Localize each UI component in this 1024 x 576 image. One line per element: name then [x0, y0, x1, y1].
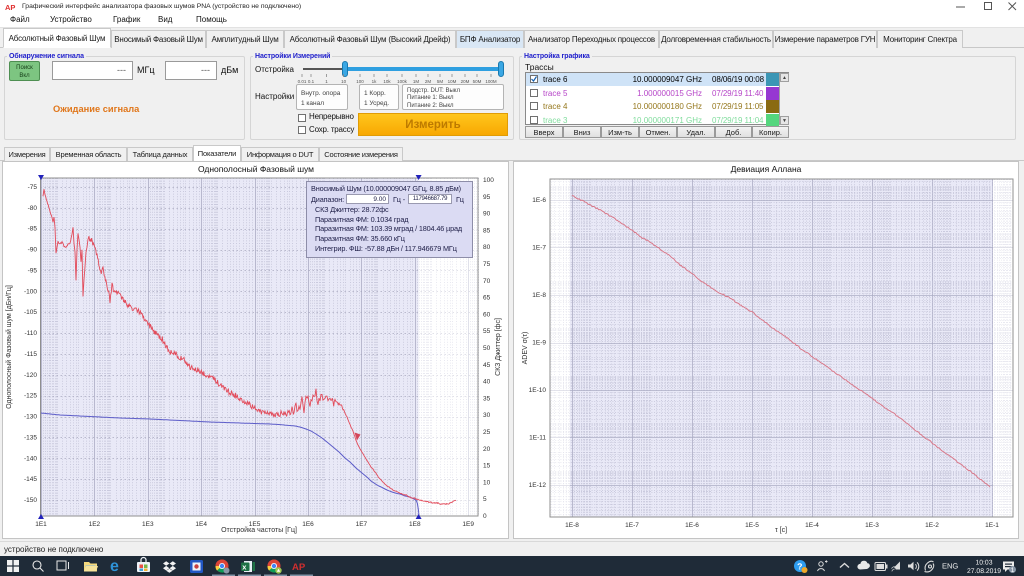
svg-text:90: 90 — [483, 211, 491, 218]
svg-text:1E-7: 1E-7 — [532, 245, 546, 252]
svg-text:1E8: 1E8 — [409, 521, 421, 528]
svg-text:-110: -110 — [24, 330, 37, 337]
svg-text:5: 5 — [483, 496, 487, 503]
svg-text:-75: -75 — [28, 184, 38, 191]
svg-text:1E-8: 1E-8 — [532, 292, 546, 299]
svg-text:Однополосный Фазовый шум [дБн/: Однополосный Фазовый шум [дБн/Гц] — [5, 285, 13, 409]
svg-text:55: 55 — [483, 328, 491, 335]
svg-text:10: 10 — [483, 479, 491, 486]
svg-text:-100: -100 — [24, 288, 37, 295]
svg-text:25: 25 — [483, 429, 491, 436]
svg-text:95: 95 — [483, 194, 491, 201]
svg-text:15: 15 — [483, 463, 491, 470]
svg-text:e: e — [110, 558, 119, 575]
svg-text:-140: -140 — [24, 455, 37, 462]
svg-text:1E-4: 1E-4 — [805, 522, 819, 529]
svg-text:1E3: 1E3 — [142, 521, 154, 528]
svg-text:1E1: 1E1 — [35, 521, 47, 528]
svg-text:-95: -95 — [28, 268, 38, 275]
svg-text:1: 1 — [1011, 567, 1015, 574]
svg-text:-115: -115 — [24, 351, 37, 358]
svg-text:1E-5: 1E-5 — [745, 522, 759, 529]
svg-text:45: 45 — [483, 362, 491, 369]
svg-text:1E9: 1E9 — [462, 521, 474, 528]
svg-text:-145: -145 — [24, 476, 37, 483]
svg-text:AP: AP — [292, 562, 306, 573]
svg-text:-130: -130 — [24, 414, 37, 421]
svg-text:Отстройка частоты [Гц]: Отстройка частоты [Гц] — [221, 526, 297, 534]
svg-text:-135: -135 — [24, 434, 37, 441]
svg-text:ENG: ENG — [942, 562, 958, 571]
svg-text:-150: -150 — [24, 497, 37, 504]
svg-text:80: 80 — [483, 244, 491, 251]
svg-text:1E-8: 1E-8 — [565, 522, 579, 529]
svg-text:1E-7: 1E-7 — [625, 522, 639, 529]
svg-text:1E-11: 1E-11 — [529, 435, 546, 442]
svg-text:85: 85 — [483, 227, 491, 234]
svg-text:20: 20 — [483, 446, 491, 453]
svg-text:-85: -85 — [28, 226, 38, 233]
svg-text:10:03: 10:03 — [975, 560, 992, 567]
svg-text:1E-6: 1E-6 — [685, 522, 699, 529]
svg-text:1E-9: 1E-9 — [532, 340, 546, 347]
svg-text:50: 50 — [483, 345, 491, 352]
svg-text:-90: -90 — [28, 247, 38, 254]
svg-text:-125: -125 — [24, 393, 37, 400]
svg-text:1E7: 1E7 — [356, 521, 368, 528]
svg-text:60: 60 — [483, 311, 491, 318]
svg-text:-105: -105 — [24, 309, 37, 316]
svg-text:30: 30 — [483, 412, 491, 419]
svg-text:1E4: 1E4 — [195, 521, 207, 528]
svg-text:40: 40 — [483, 379, 491, 386]
svg-text:65: 65 — [483, 295, 491, 302]
svg-text:1E-10: 1E-10 — [529, 387, 547, 394]
svg-text:27.08.2019: 27.08.2019 — [967, 568, 1001, 575]
svg-text:-80: -80 — [28, 205, 38, 212]
svg-text:35: 35 — [483, 395, 491, 402]
svg-text:75: 75 — [483, 261, 491, 268]
svg-text:1E-12: 1E-12 — [529, 482, 547, 489]
svg-text:70: 70 — [483, 278, 491, 285]
svg-text:1E-2: 1E-2 — [925, 522, 939, 529]
svg-text:1E-3: 1E-3 — [865, 522, 879, 529]
svg-text:100: 100 — [483, 177, 494, 184]
svg-text:СКЗ Джиттер [фс]: СКЗ Джиттер [фс] — [495, 318, 502, 376]
svg-text:1E6: 1E6 — [302, 521, 314, 528]
svg-text:-120: -120 — [24, 372, 37, 379]
svg-text:0: 0 — [483, 513, 487, 520]
svg-text:1E-1: 1E-1 — [985, 522, 999, 529]
svg-text:1E2: 1E2 — [89, 521, 101, 528]
svg-text:1E-6: 1E-6 — [532, 197, 546, 204]
svg-text:τ [с]: τ [с] — [775, 527, 787, 534]
svg-text:ADEV σ(τ): ADEV σ(τ) — [522, 332, 529, 365]
